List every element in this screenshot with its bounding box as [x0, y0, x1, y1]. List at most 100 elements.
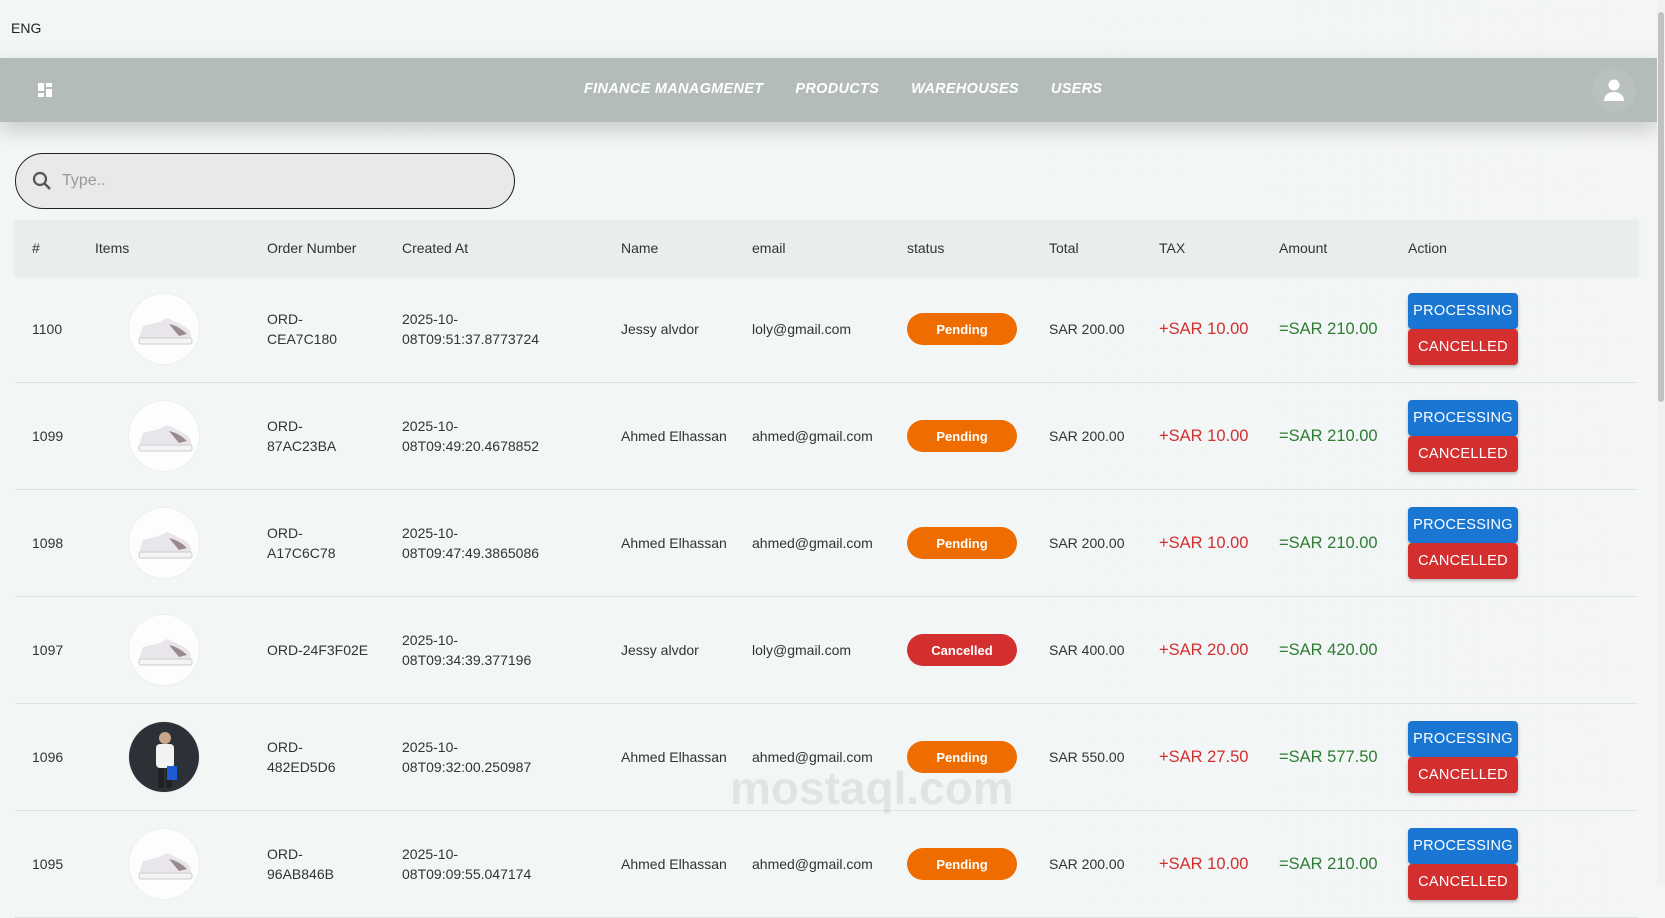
customer-name: Ahmed Elhassan: [621, 749, 727, 765]
order-number: ORD- 96AB846B: [267, 844, 334, 884]
created-at: 2025-10- 08T09:32:00.250987: [402, 737, 531, 777]
dashboard-grid-icon[interactable]: [37, 82, 53, 98]
language-switch[interactable]: ENG: [11, 20, 41, 36]
order-id: 1098: [32, 535, 64, 551]
status-badge: Pending: [907, 420, 1017, 452]
order-total: SAR 550.00: [1049, 749, 1125, 765]
header-status: status: [907, 240, 945, 256]
created-at: 2025-10- 08T09:09:55.047174: [402, 844, 531, 884]
order-tax: +SAR 27.50: [1159, 748, 1249, 766]
header-email: email: [752, 240, 786, 256]
header-name: Name: [621, 240, 659, 256]
item-thumbnail[interactable]: [128, 614, 200, 686]
item-thumbnail[interactable]: [128, 721, 200, 793]
order-total: SAR 200.00: [1049, 856, 1125, 872]
order_l2: 482ED5D6: [267, 759, 336, 775]
order_l2: A17C6C78: [267, 545, 336, 561]
order-amount: =SAR 210.00: [1279, 320, 1378, 338]
order_l2: 87AC23BA: [267, 438, 337, 454]
item-thumbnail[interactable]: [128, 828, 200, 900]
nav-users[interactable]: USERS: [1051, 81, 1102, 97]
cancel-order-button[interactable]: CANCELLED: [1408, 757, 1518, 793]
order-number: ORD- A17C6C78: [267, 523, 336, 563]
processing-button[interactable]: PROCESSING: [1408, 828, 1518, 864]
search-icon: [32, 171, 51, 190]
sneaker-product-image: [138, 425, 193, 452]
table-row: 1098 ORD- A17C6C78 2025-10- 08T09:47:49.38…: [15, 490, 1638, 597]
table-row: 1099 ORD- 87AC23BA 2025-10- 08T09:49:20.46…: [15, 383, 1638, 490]
user-avatar-button[interactable]: [1592, 68, 1636, 112]
customer-email: ahmed@gmail.com: [752, 856, 873, 872]
header-order-number: Order Number: [267, 240, 357, 256]
order-number: ORD- 482ED5D6: [267, 737, 336, 777]
table-row: 1097 ORD-24F3F02E 2025-10- 08T09:34:39.37…: [15, 597, 1638, 704]
cancel-order-button[interactable]: CANCELLED: [1408, 543, 1518, 579]
cancel-order-button[interactable]: CANCELLED: [1408, 329, 1518, 365]
table-header: # Items Order Number Created At Name email sta…: [15, 220, 1638, 275]
processing-button[interactable]: PROCESSING: [1408, 293, 1518, 329]
customer-name: Ahmed Elhassan: [621, 856, 727, 872]
header-amount: Amount: [1279, 240, 1328, 256]
order-tax: +SAR 10.00: [1159, 855, 1249, 873]
created_l1: 2025-10-: [402, 525, 459, 541]
order_l1: ORD-24F3F02E: [267, 642, 369, 658]
order-number: ORD- 87AC23BA: [267, 416, 336, 456]
order-id: 1097: [32, 642, 64, 658]
user-icon: [1604, 79, 1624, 101]
sneaker-product-image: [138, 639, 193, 666]
person-product-image: [129, 722, 199, 792]
created_l2: 08T09:09:55.047174: [402, 866, 532, 882]
header-created-at: Created At: [402, 240, 469, 256]
processing-button[interactable]: PROCESSING: [1408, 721, 1518, 757]
top-navbar: FINANCE MANAGMENET PRODUCTS WAREHOUSES U…: [0, 58, 1657, 122]
table-row: 1095 ORD- 96AB846B 2025-10- 08T09:09:55.04…: [15, 811, 1638, 918]
customer-email: loly@gmail.com: [752, 321, 852, 337]
customer-name: Jessy alvdor: [621, 321, 699, 337]
order-number: ORD-24F3F02E: [267, 640, 368, 660]
order-amount: =SAR 420.00: [1279, 641, 1378, 659]
order-id: 1100: [32, 321, 63, 337]
sneaker-product-image: [138, 532, 193, 559]
search-input[interactable]: [62, 172, 462, 190]
order_l2: 96AB846B: [267, 866, 334, 882]
processing-button[interactable]: PROCESSING: [1408, 400, 1518, 436]
created_l2: 08T09:51:37.8773724: [402, 331, 540, 347]
order-total: SAR 200.00: [1049, 428, 1125, 444]
header-items: Items: [95, 240, 130, 256]
order-amount: =SAR 210.00: [1279, 534, 1378, 552]
search-box: [15, 153, 515, 209]
order-amount: =SAR 210.00: [1279, 427, 1378, 445]
order-total: SAR 400.00: [1049, 642, 1125, 658]
order-id: 1096: [32, 749, 64, 765]
page-scrollbar[interactable]: [1657, 0, 1665, 885]
header-total: Total: [1049, 240, 1079, 256]
order-tax: +SAR 10.00: [1159, 320, 1249, 338]
created-at: 2025-10- 08T09:49:20.4678852: [402, 416, 539, 456]
nav-warehouses[interactable]: WAREHOUSES: [911, 81, 1019, 97]
cancel-order-button[interactable]: CANCELLED: [1408, 436, 1518, 472]
order-tax: +SAR 10.00: [1159, 427, 1249, 445]
customer-name: Ahmed Elhassan: [621, 428, 727, 444]
sneaker-product-image: [138, 318, 193, 345]
created-at: 2025-10- 08T09:47:49.3865086: [402, 523, 539, 563]
order-amount: =SAR 577.50: [1279, 748, 1378, 766]
processing-button[interactable]: PROCESSING: [1408, 507, 1518, 543]
item-thumbnail[interactable]: [128, 400, 200, 472]
status-badge: Pending: [907, 527, 1017, 559]
cancel-order-button[interactable]: CANCELLED: [1408, 864, 1518, 900]
created_l2: 08T09:49:20.4678852: [402, 438, 540, 454]
order-id: 1099: [32, 428, 64, 444]
watermark: mostaql.com: [730, 762, 1014, 814]
created_l1: 2025-10-: [402, 632, 459, 648]
order_l1: ORD-: [267, 418, 303, 434]
nav-finance-management[interactable]: FINANCE MANAGMENET: [584, 81, 763, 97]
created_l2: 08T09:32:00.250987: [402, 759, 532, 775]
customer-email: ahmed@gmail.com: [752, 535, 873, 551]
created_l1: 2025-10-: [402, 311, 459, 327]
order_l1: ORD-: [267, 846, 303, 862]
nav-products[interactable]: PRODUCTS: [795, 81, 879, 97]
table-row: 1100 ORD-CEA7C180 2025-10- 08T09:51:37.87…: [15, 276, 1638, 383]
item-thumbnail[interactable]: [128, 507, 200, 579]
item-thumbnail[interactable]: [128, 293, 200, 365]
status-badge: Cancelled: [907, 634, 1017, 666]
